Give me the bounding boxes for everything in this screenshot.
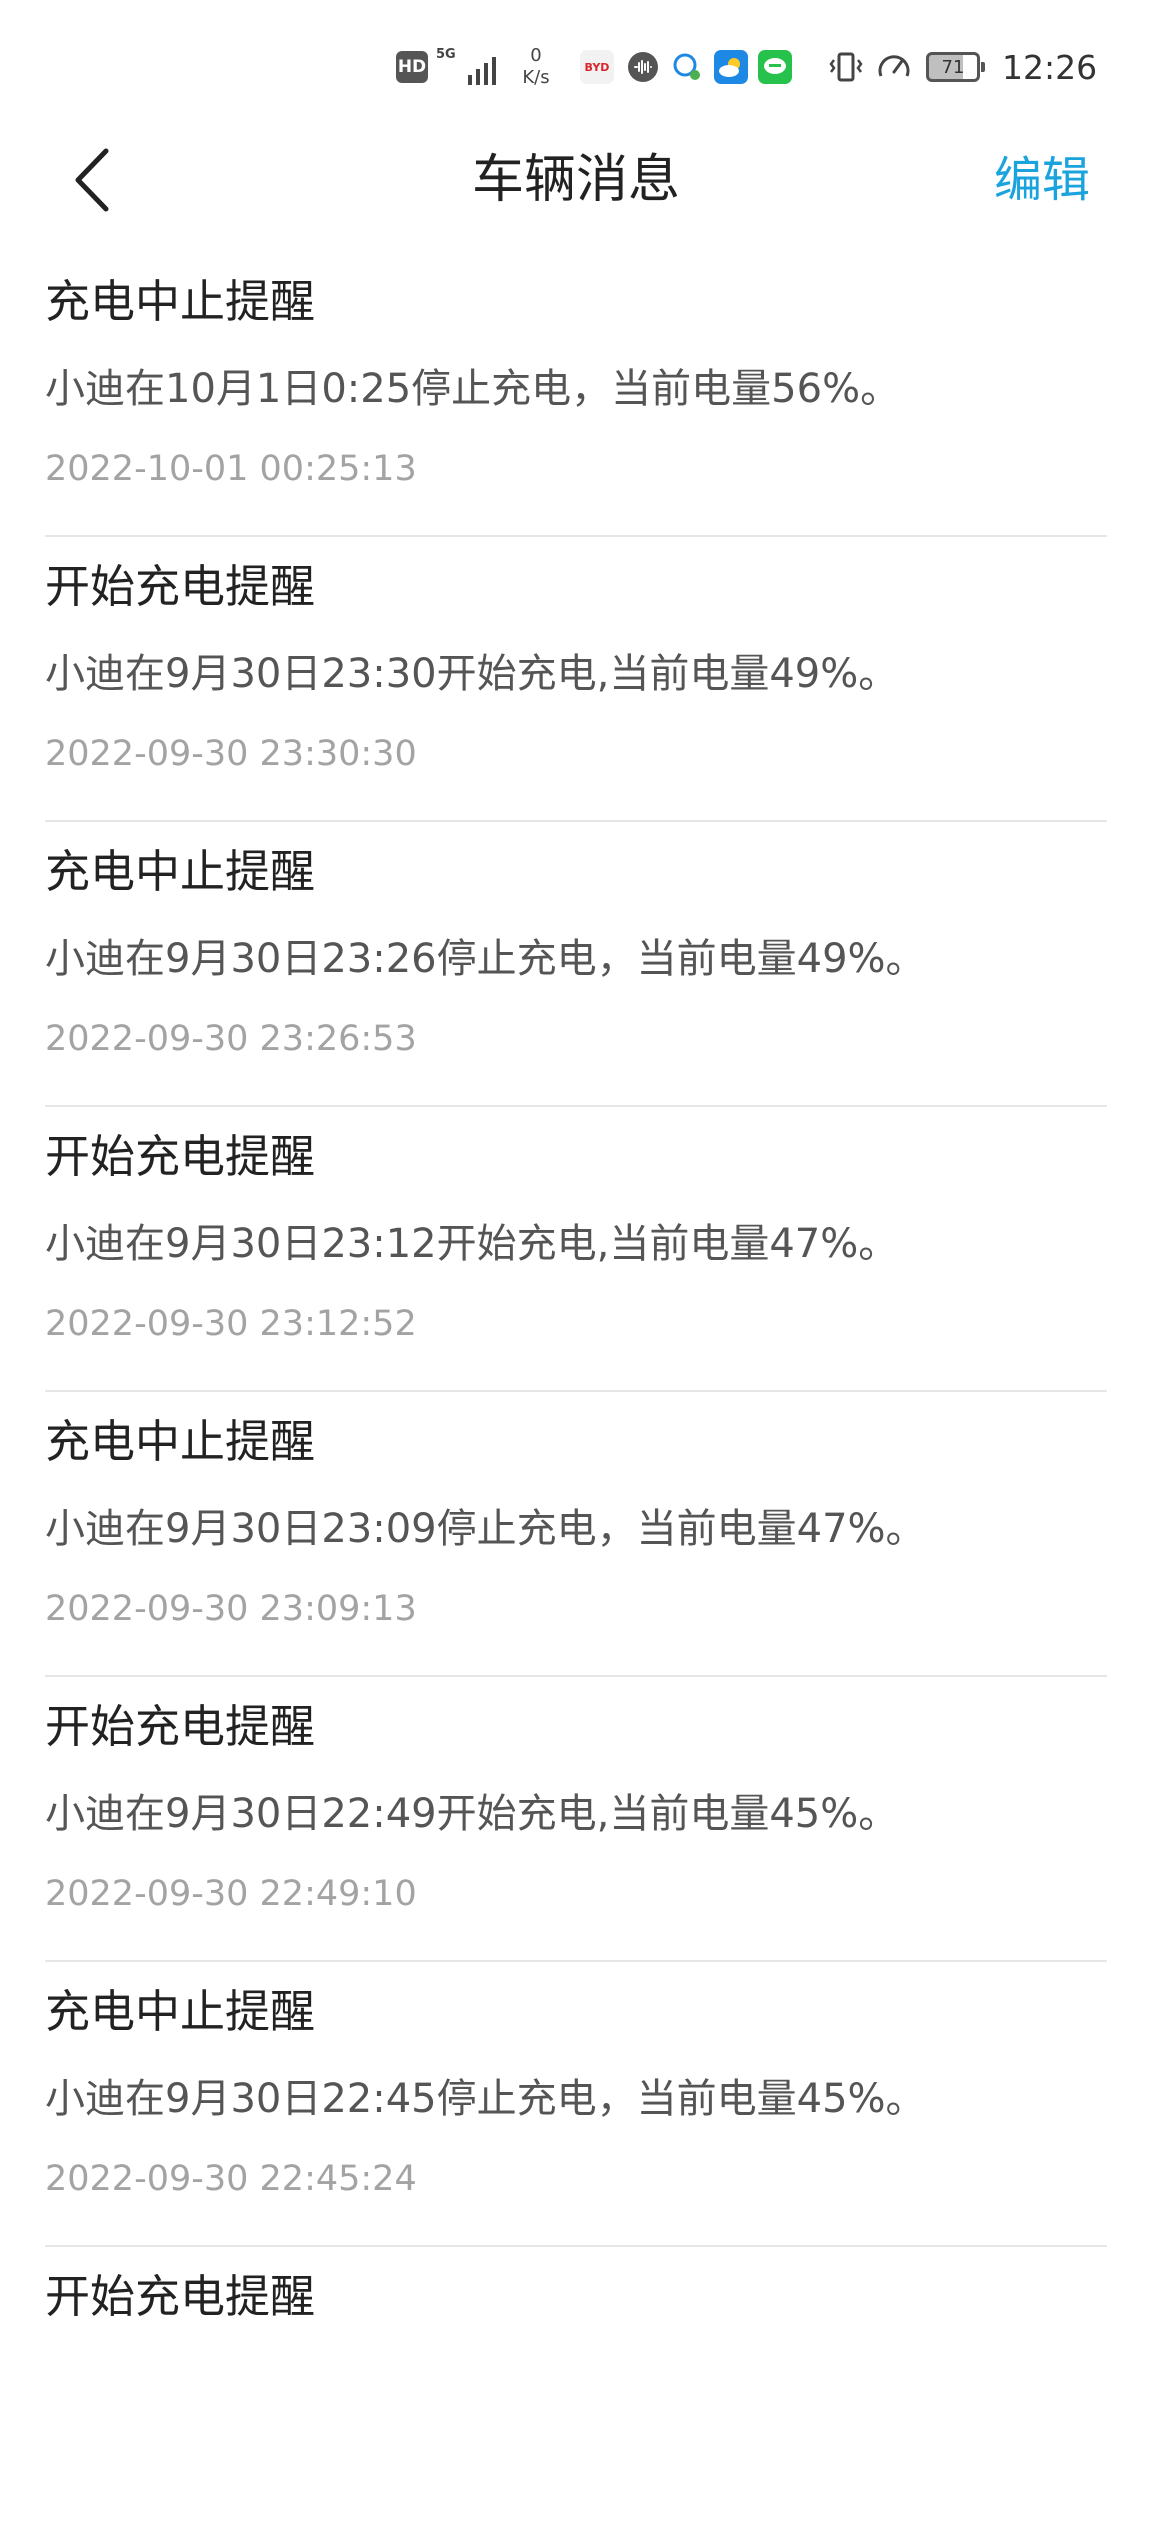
message-title: 开始充电提醒 [45, 1700, 316, 1753]
message-item[interactable]: 开始充电提醒 [45, 2247, 1107, 2532]
message-item[interactable]: 充电中止提醒 小迪在10月1日0:25停止充电，当前电量56%。 2022-10… [45, 252, 1107, 537]
message-item[interactable]: 开始充电提醒 小迪在9月30日23:12开始充电,当前电量47%。 2022-0… [45, 1107, 1107, 1392]
message-timestamp: 2022-09-30 22:49:10 [45, 1874, 417, 1914]
message-list[interactable]: 充电中止提醒 小迪在10月1日0:25停止充电，当前电量56%。 2022-10… [0, 252, 1152, 2532]
message-app-icon [758, 50, 792, 84]
message-item[interactable]: 开始充电提醒 小迪在9月30日22:49开始充电,当前电量45%。 2022-0… [45, 1677, 1107, 1962]
message-body: 小迪在9月30日23:12开始充电,当前电量47%。 [45, 1221, 899, 1267]
message-body: 小迪在9月30日23:26停止充电，当前电量49%。 [45, 936, 926, 982]
message-title: 开始充电提醒 [45, 1130, 316, 1183]
network-type-label: 5G [436, 47, 456, 62]
hd-icon: HD [396, 51, 428, 83]
page-title: 车辆消息 [471, 150, 680, 210]
message-body: 小迪在9月30日23:30开始充电,当前电量49%。 [45, 651, 899, 697]
edit-button[interactable]: 编辑 [994, 130, 1090, 230]
message-timestamp: 2022-09-30 22:45:24 [45, 2159, 417, 2199]
byd-app-icon: BYD [580, 50, 614, 84]
status-right-icons: 71 12:26 [828, 40, 1097, 94]
message-body: 小迪在10月1日0:25停止充电，当前电量56%。 [45, 366, 901, 412]
battery-icon: 71 [926, 52, 985, 82]
message-title: 充电中止提醒 [45, 1415, 316, 1468]
battery-level: 71 [941, 56, 965, 78]
net-speed-value: 0 [530, 45, 542, 66]
speedometer-icon [876, 50, 912, 84]
message-title: 开始充电提醒 [45, 2270, 316, 2323]
message-title: 开始充电提醒 [45, 560, 316, 613]
message-timestamp: 2022-09-30 23:09:13 [45, 1589, 417, 1629]
message-item[interactable]: 充电中止提醒 小迪在9月30日23:26停止充电，当前电量49%。 2022-0… [45, 822, 1107, 1107]
status-bar: HD 5G 0 K/s BYD 71 12:26 [0, 0, 1152, 130]
message-timestamp: 2022-09-30 23:30:30 [45, 734, 417, 774]
chat-app-icon [670, 50, 704, 84]
message-body: 小迪在9月30日23:09停止充电，当前电量47%。 [45, 1506, 926, 1552]
vibrate-icon [828, 50, 864, 84]
message-item[interactable]: 充电中止提醒 小迪在9月30日23:09停止充电，当前电量47%。 2022-0… [45, 1392, 1107, 1677]
message-body: 小迪在9月30日22:45停止充电，当前电量45%。 [45, 2076, 926, 2122]
message-body: 小迪在9月30日22:49开始充电,当前电量45%。 [45, 1791, 899, 1837]
message-timestamp: 2022-09-30 23:26:53 [45, 1019, 417, 1059]
weather-app-icon [714, 50, 748, 84]
net-speed-unit: K/s [522, 67, 550, 88]
signal-icon: 5G [436, 47, 496, 87]
message-title: 充电中止提醒 [45, 275, 316, 328]
app-header: 车辆消息 编辑 [0, 130, 1152, 230]
message-title: 充电中止提醒 [45, 845, 316, 898]
message-item[interactable]: 充电中止提醒 小迪在9月30日22:45停止充电，当前电量45%。 2022-0… [45, 1962, 1107, 2247]
clock: 12:26 [1002, 47, 1098, 87]
message-title: 充电中止提醒 [45, 1985, 316, 2038]
voice-app-icon [628, 52, 658, 82]
status-left-icons: HD 5G 0 K/s BYD [396, 40, 792, 94]
net-speed: 0 K/s [514, 45, 558, 89]
message-item[interactable]: 开始充电提醒 小迪在9月30日23:30开始充电,当前电量49%。 2022-0… [45, 537, 1107, 822]
message-timestamp: 2022-09-30 23:12:52 [45, 1304, 417, 1344]
message-timestamp: 2022-10-01 00:25:13 [45, 449, 417, 489]
